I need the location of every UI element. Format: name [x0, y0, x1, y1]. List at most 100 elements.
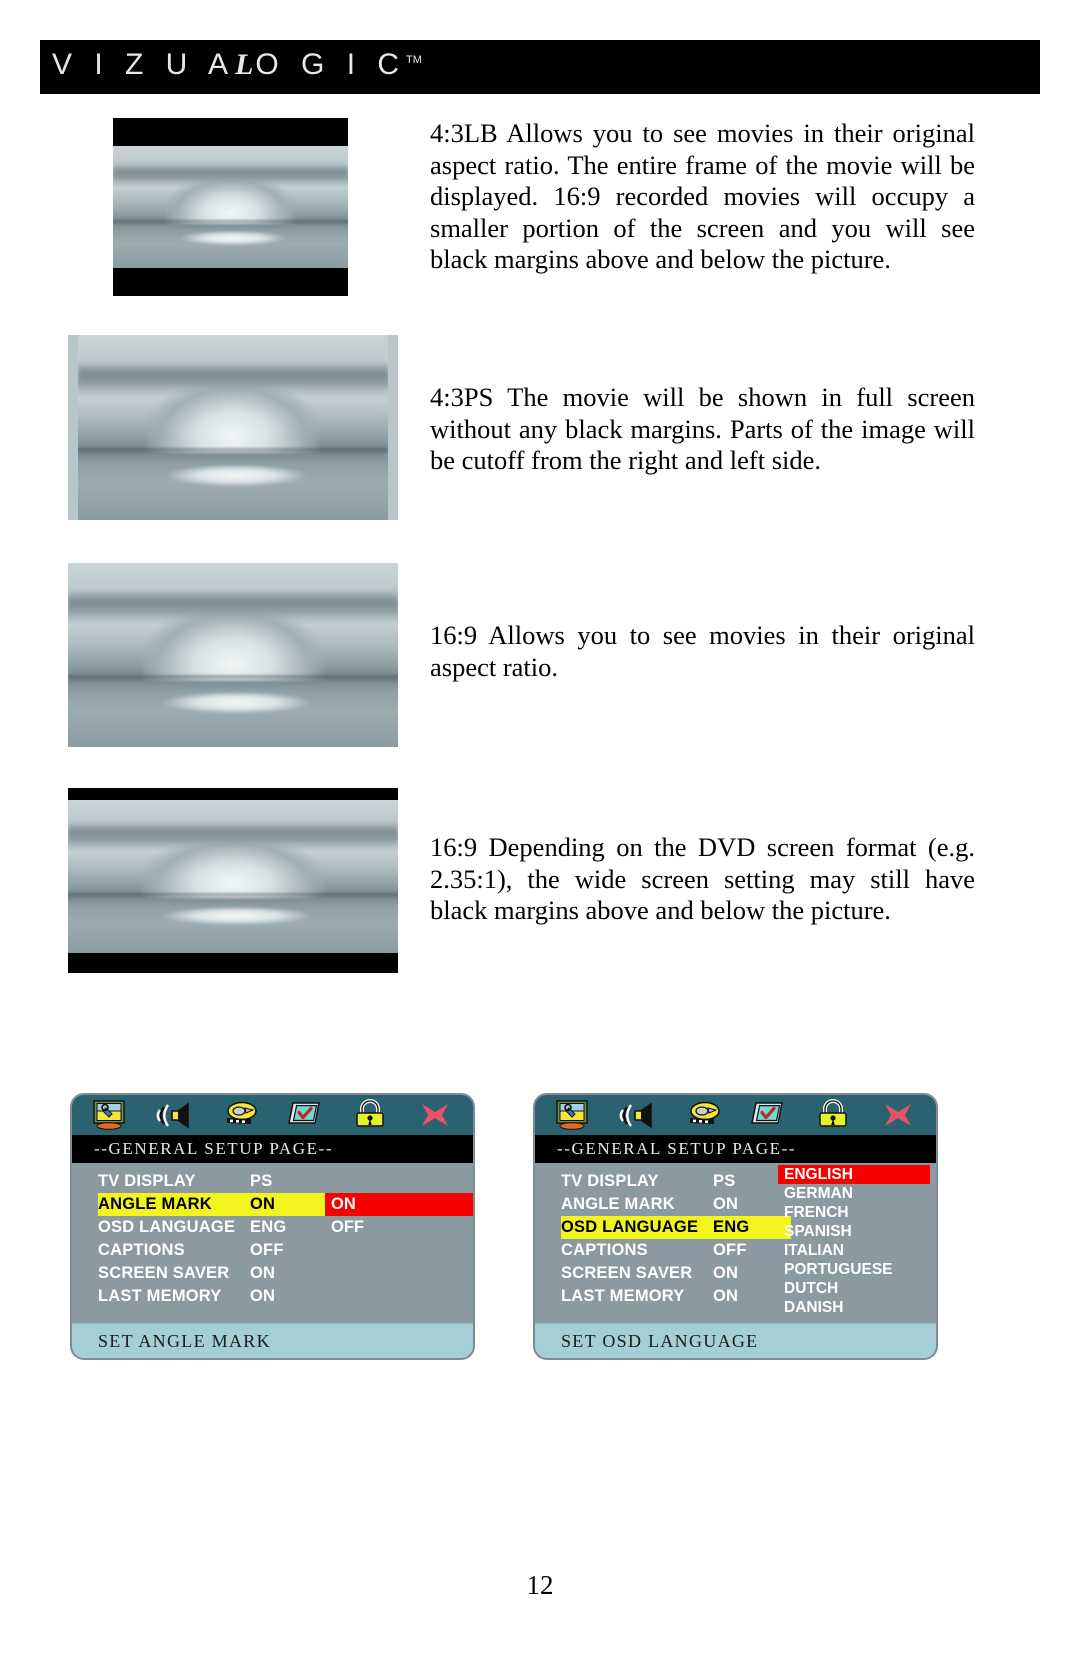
osd-row-last-memory[interactable]: LAST MEMORY ON — [561, 1285, 791, 1308]
osd-row-osd-language[interactable]: OSD LANGUAGE ENG — [561, 1216, 791, 1239]
osd-row-captions[interactable]: CAPTIONS OFF — [98, 1239, 328, 1262]
osd-row-captions[interactable]: CAPTIONS OFF — [561, 1239, 791, 1262]
paragraph-169-wide: 16:9 Depending on the DVD screen format … — [430, 832, 975, 925]
video-setup-icon[interactable] — [219, 1099, 261, 1131]
osd-row-label: LAST MEMORY — [561, 1287, 685, 1305]
osd-row-label: CAPTIONS — [98, 1241, 185, 1259]
osd-row-value: PS — [713, 1172, 736, 1190]
cloud-band — [78, 360, 388, 391]
osd-row-value: PS — [250, 1172, 273, 1190]
figure-43ps — [68, 335, 398, 520]
osd-icon-bar — [535, 1095, 936, 1135]
cloud-band — [68, 588, 398, 619]
osd-choice-list: ON OFF — [325, 1193, 473, 1239]
osd-settings-list: TV DISPLAY PS ANGLE MARK ON OSD LANGUAGE… — [98, 1170, 328, 1308]
cloud-band — [113, 163, 348, 183]
osd-row-value: ENG — [250, 1218, 287, 1236]
osd-row-label: ANGLE MARK — [561, 1195, 675, 1213]
paragraph-43lb: 4:3LB Allows you to see movies in their … — [430, 118, 975, 274]
figure-169 — [68, 563, 398, 747]
osd-language-english[interactable]: ENGLISH — [778, 1165, 930, 1184]
osd-row-value: ON — [713, 1287, 739, 1305]
paragraph-43ps: 4:3PS The movie will be shown in full sc… — [430, 382, 975, 475]
video-setup-icon[interactable] — [682, 1099, 724, 1131]
iceberg-photo — [68, 563, 398, 747]
osd-row-osd-language[interactable]: OSD LANGUAGE ENG — [98, 1216, 328, 1239]
cloud-band — [68, 821, 398, 846]
preference-setup-icon[interactable] — [284, 1099, 326, 1131]
water-line — [68, 893, 398, 900]
osd-language-danish[interactable]: DANISH — [778, 1298, 930, 1317]
letterbox-bar-bottom — [113, 268, 348, 296]
paragraph-169: 16:9 Allows you to see movies in their o… — [430, 620, 975, 682]
osd-row-value: ENG — [713, 1218, 750, 1236]
osd-page-title: --GENERAL SETUP PAGE-- — [535, 1135, 936, 1163]
figure-43lb — [113, 118, 348, 296]
iceberg-photo — [68, 800, 398, 953]
water-line — [68, 675, 398, 683]
osd-menu-angle-mark[interactable]: --GENERAL SETUP PAGE-- TV DISPLAY PS ANG… — [70, 1093, 475, 1360]
osd-language-dutch[interactable]: DUTCH — [778, 1279, 930, 1298]
logo-part-1: V I Z U A — [52, 48, 236, 81]
side-strip-right — [388, 335, 398, 520]
letterbox-bar-top — [68, 788, 398, 800]
osd-language-italian[interactable]: ITALIAN — [778, 1241, 930, 1260]
osd-language-portuguese[interactable]: PORTUGUESE — [778, 1260, 930, 1279]
figure-169-wide — [68, 788, 398, 973]
letterbox-bar-top — [113, 118, 348, 146]
parental-lock-icon[interactable] — [349, 1099, 391, 1131]
osd-menu-osd-language[interactable]: --GENERAL SETUP PAGE-- TV DISPLAY PS ANG… — [533, 1093, 938, 1360]
water-line — [78, 447, 388, 456]
osd-row-label: TV DISPLAY — [561, 1172, 659, 1190]
osd-language-list: ENGLISH GERMAN FRENCH SPANISH ITALIAN PO… — [778, 1165, 930, 1317]
osd-choice-off[interactable]: OFF — [325, 1216, 473, 1239]
osd-row-label: ANGLE MARK — [98, 1195, 212, 1213]
osd-row-label: SCREEN SAVER — [561, 1264, 693, 1282]
general-setup-icon[interactable] — [552, 1099, 594, 1131]
osd-row-tv-display[interactable]: TV DISPLAY PS — [561, 1170, 791, 1193]
osd-row-label: CAPTIONS — [561, 1241, 648, 1259]
general-setup-icon[interactable] — [89, 1099, 131, 1131]
iceberg-photo — [78, 335, 388, 520]
audio-setup-icon[interactable] — [617, 1099, 659, 1131]
osd-row-tv-display[interactable]: TV DISPLAY PS — [98, 1170, 328, 1193]
osd-body: TV DISPLAY PS ANGLE MARK ON OSD LANGUAGE… — [535, 1163, 936, 1334]
osd-row-last-memory[interactable]: LAST MEMORY ON — [98, 1285, 328, 1308]
logo-part-2: O G I C — [255, 48, 407, 81]
vizualogic-logo: V I Z U ALO G I CTM — [52, 48, 422, 82]
osd-row-screen-saver[interactable]: SCREEN SAVER ON — [98, 1262, 328, 1285]
water-line — [113, 220, 348, 226]
osd-body: TV DISPLAY PS ANGLE MARK ON OSD LANGUAGE… — [72, 1163, 473, 1334]
osd-row-screen-saver[interactable]: SCREEN SAVER ON — [561, 1262, 791, 1285]
osd-row-label: SCREEN SAVER — [98, 1264, 230, 1282]
osd-settings-list: TV DISPLAY PS ANGLE MARK ON OSD LANGUAGE… — [561, 1170, 791, 1308]
osd-row-label: LAST MEMORY — [98, 1287, 222, 1305]
osd-language-french[interactable]: FRENCH — [778, 1203, 930, 1222]
exit-setup-icon[interactable] — [877, 1099, 919, 1131]
osd-row-value: OFF — [713, 1241, 747, 1259]
osd-page-title: --GENERAL SETUP PAGE-- — [72, 1135, 473, 1163]
header-bar: V I Z U ALO G I CTM — [40, 40, 1040, 94]
osd-language-german[interactable]: GERMAN — [778, 1184, 930, 1203]
osd-status-bar: SET OSD LANGUAGE — [535, 1323, 936, 1358]
audio-setup-icon[interactable] — [154, 1099, 196, 1131]
letterbox-bar-bottom — [68, 953, 398, 973]
osd-row-value: ON — [250, 1287, 276, 1305]
osd-row-value: ON — [713, 1195, 739, 1213]
parental-lock-icon[interactable] — [812, 1099, 854, 1131]
osd-row-value: ON — [250, 1264, 276, 1282]
osd-row-label: OSD LANGUAGE — [98, 1218, 236, 1236]
preference-setup-icon[interactable] — [747, 1099, 789, 1131]
osd-row-label: TV DISPLAY — [98, 1172, 196, 1190]
page-number: 12 — [526, 1570, 554, 1600]
exit-setup-icon[interactable] — [414, 1099, 456, 1131]
osd-language-spanish[interactable]: SPANISH — [778, 1222, 930, 1241]
osd-row-angle-mark[interactable]: ANGLE MARK ON — [561, 1193, 791, 1216]
side-strip-left — [68, 335, 78, 520]
osd-row-angle-mark[interactable]: ANGLE MARK ON — [98, 1193, 328, 1216]
osd-choice-on[interactable]: ON — [325, 1193, 473, 1216]
logo-l-mark: L — [235, 48, 256, 81]
trademark-mark: TM — [406, 54, 422, 66]
osd-row-label: OSD LANGUAGE — [561, 1218, 699, 1236]
iceberg-photo — [113, 146, 348, 268]
